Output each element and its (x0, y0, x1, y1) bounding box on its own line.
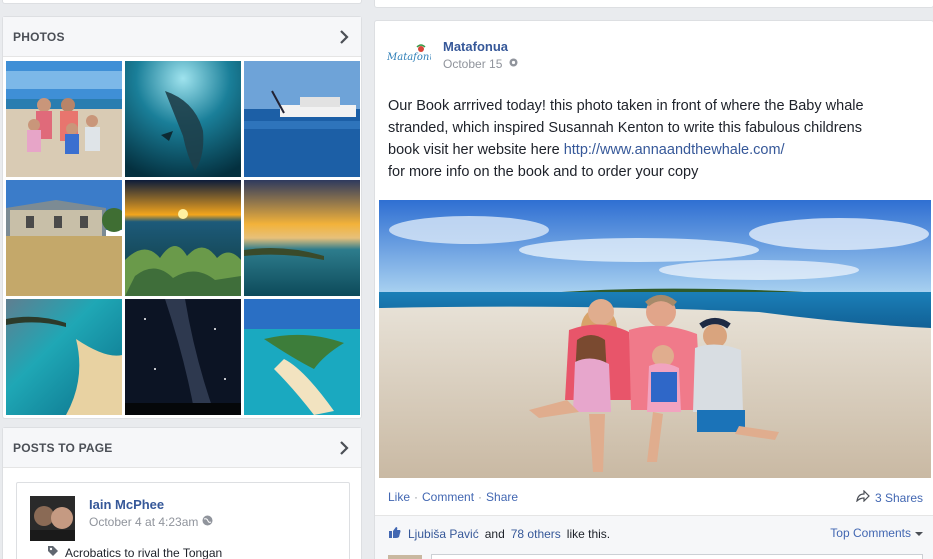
shares-text: 3 Shares (874, 490, 923, 505)
post-text-line: for more info on the book and to order y… (388, 164, 699, 180)
visitor-post[interactable]: Iain McPhee October 4 at 4:23am Acrobati… (16, 482, 350, 559)
post-time-text: October 4 at 4:23am (89, 515, 199, 529)
share-link[interactable]: Share (486, 490, 518, 504)
others-link[interactable]: 78 others (511, 527, 561, 541)
globe-icon (202, 515, 213, 529)
top-comments-dropdown[interactable]: Top Comments (830, 526, 923, 540)
post-preview: Acrobatics to rival the Tongan (47, 545, 222, 559)
post-text-line-with-link: book visit her website here http://www.a… (388, 139, 928, 161)
likes-suffix: like this. (566, 527, 611, 541)
photo-thumbnail[interactable] (244, 299, 360, 415)
photos-card: PHOTOS (2, 16, 362, 419)
page-logo[interactable]: Matafonua (386, 43, 442, 67)
post-timestamp[interactable]: October 4 at 4:23am (89, 515, 213, 529)
post-body: Our Book arrrived today! this photo take… (388, 95, 928, 183)
photo-grid (6, 61, 360, 415)
like-link[interactable]: Like (388, 490, 410, 504)
chevron-right-icon[interactable] (337, 29, 351, 44)
previous-card-stub (2, 0, 362, 4)
liker-name[interactable]: Ljubiša Pavić (408, 527, 479, 541)
caret-down-icon (915, 526, 923, 540)
website-link[interactable]: http://www.annaandthewhale.com/ (564, 142, 785, 158)
thumbs-up-icon (388, 526, 402, 542)
post-author[interactable]: Iain McPhee (89, 497, 164, 512)
comment-link[interactable]: Comment (422, 490, 474, 504)
posts-header[interactable]: POSTS TO PAGE (3, 428, 361, 468)
photo-thumbnail[interactable] (125, 61, 241, 177)
likes-row: Ljubiša Pavić and 78 others like this. T… (375, 516, 933, 559)
post-timestamp[interactable]: October 15 (443, 57, 519, 71)
top-comments-label: Top Comments (830, 526, 911, 540)
avatar[interactable] (30, 496, 75, 541)
post-text-prefix: book visit her website here (388, 142, 564, 158)
share-arrow-icon (856, 489, 870, 505)
page-post: Matafonua Matafonua October 15 Our Book … (374, 20, 933, 559)
chevron-right-icon[interactable] (337, 440, 351, 455)
gear-icon (508, 57, 519, 71)
like-summary: Ljubiša Pavić and 78 others like this. (388, 526, 610, 542)
previous-post-stub (374, 0, 933, 8)
comment-input[interactable] (431, 554, 923, 559)
photo-thumbnail[interactable] (6, 180, 122, 296)
post-text-line: stranded, which inspired Susannah Kenton… (388, 120, 862, 136)
post-actions: Like · Comment · Share (388, 490, 518, 504)
photo-thumbnail[interactable] (125, 180, 241, 296)
photo-thumbnail[interactable] (244, 180, 360, 296)
post-preview-text: Acrobatics to rival the Tongan (65, 545, 223, 559)
post-time-text: October 15 (443, 57, 503, 71)
post-text-line: Our Book arrrived today! this photo take… (388, 98, 864, 114)
page-name[interactable]: Matafonua (443, 39, 508, 54)
photos-header[interactable]: PHOTOS (3, 17, 361, 57)
tag-icon (47, 545, 59, 559)
photo-thumbnail[interactable] (244, 61, 360, 177)
logo-text: Matafonua (387, 52, 431, 63)
shares-count[interactable]: 3 Shares (856, 489, 923, 505)
photo-thumbnail[interactable] (125, 299, 241, 415)
photo-thumbnail[interactable] (6, 299, 122, 415)
commenter-avatar (388, 555, 422, 559)
separator: · (414, 490, 419, 504)
photos-title: PHOTOS (13, 29, 65, 44)
posts-title: POSTS TO PAGE (13, 440, 113, 455)
posts-to-page-card: POSTS TO PAGE Iain McPhee October 4 at 4… (2, 427, 362, 559)
photo-thumbnail[interactable] (6, 61, 122, 177)
separator: · (478, 490, 483, 504)
likes-and: and (484, 527, 505, 541)
post-photo[interactable] (379, 200, 931, 478)
